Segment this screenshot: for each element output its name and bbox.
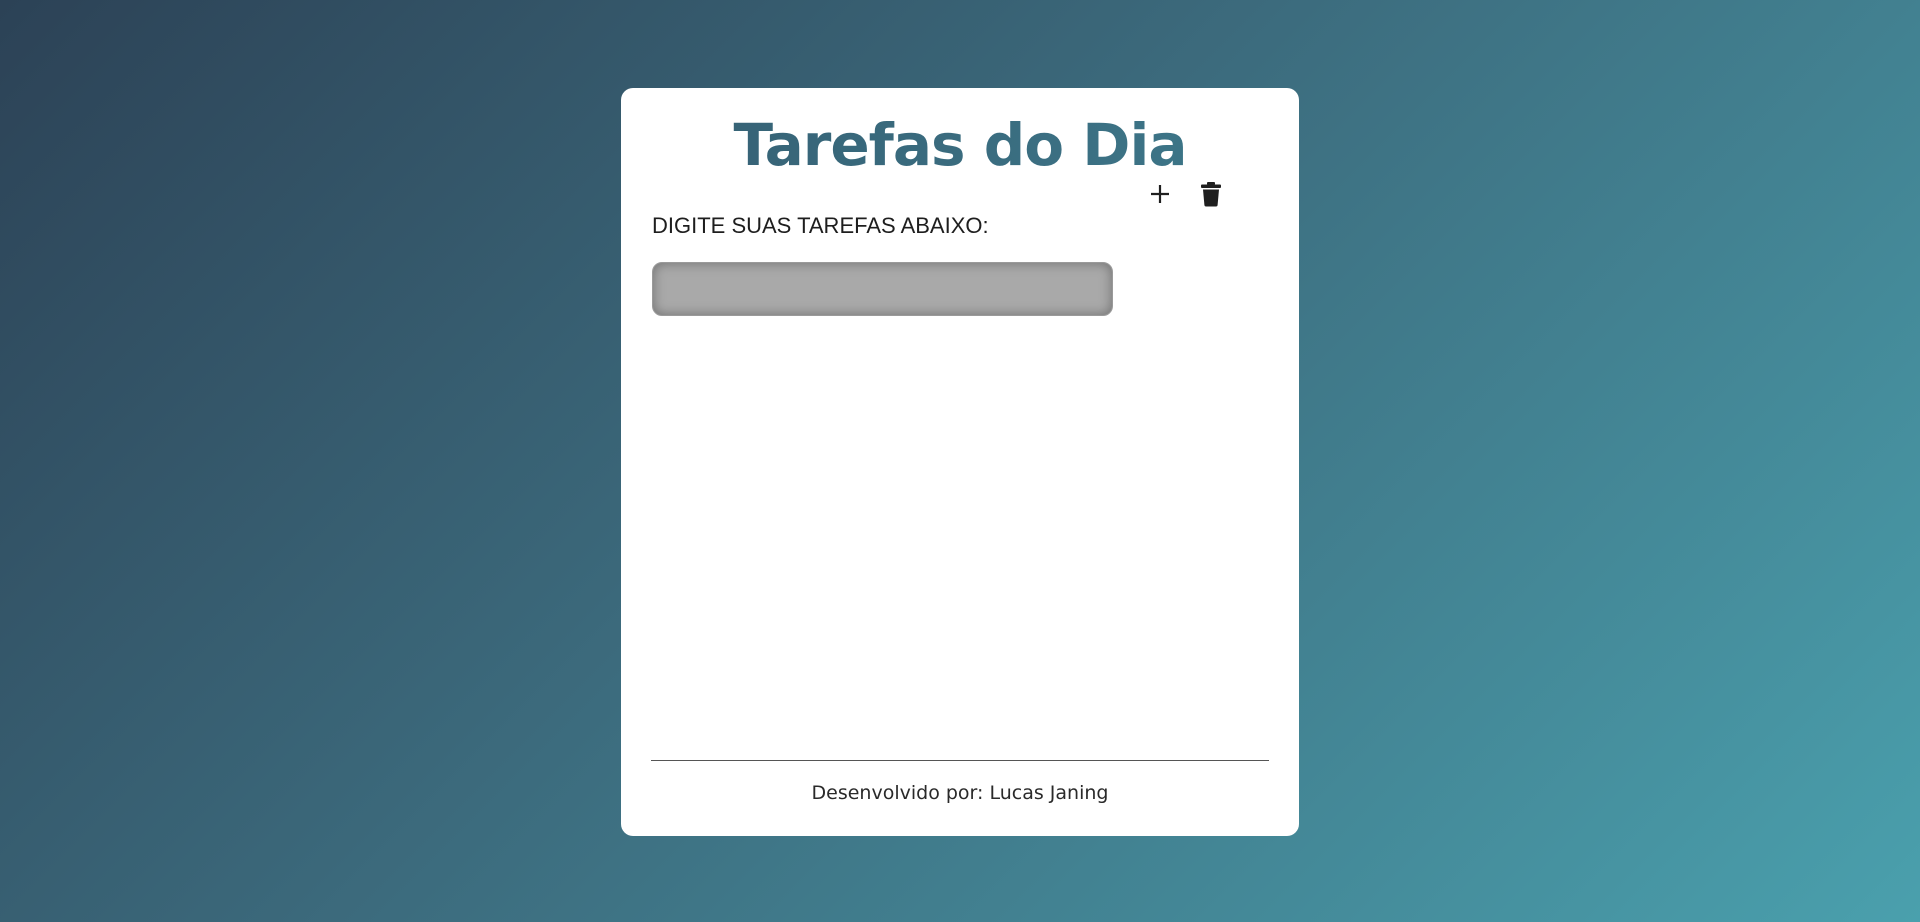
add-task-button[interactable] [1140,175,1180,215]
plus-icon [1149,183,1171,208]
footer-divider [651,760,1269,761]
delete-tasks-button[interactable] [1191,175,1231,215]
prompt-label: DIGITE SUAS TAREFAS ABAIXO: [652,213,989,238]
task-input[interactable] [652,262,1113,316]
trash-icon [1200,181,1222,210]
page-title: Tarefas do Dia [0,116,1920,174]
footer-credit: Desenvolvido por: Lucas Janing [811,782,1109,804]
